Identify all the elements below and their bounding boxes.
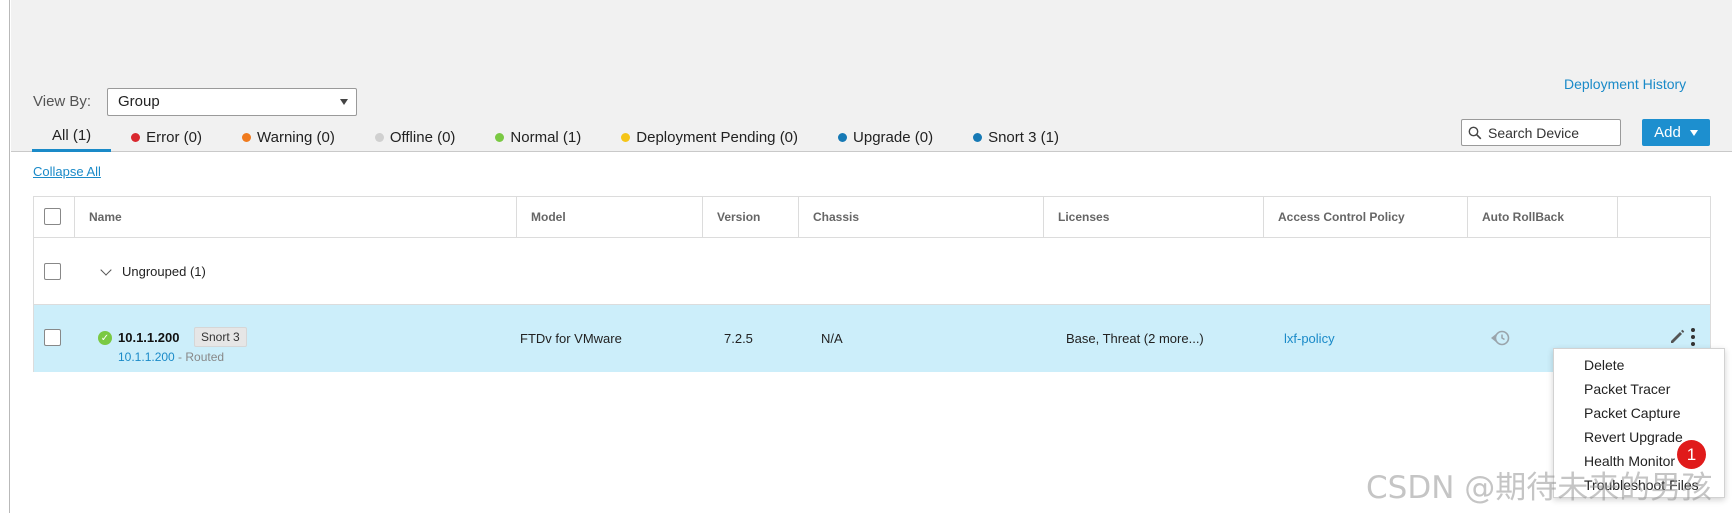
device-table: Name Model Version Chassis Licenses Acce…: [33, 196, 1711, 372]
rollback-history-icon[interactable]: [1490, 328, 1512, 348]
device-mode: - Routed: [174, 350, 225, 364]
status-dot-icon: [242, 132, 252, 142]
device-checkbox[interactable]: [44, 329, 61, 346]
column-header-licenses[interactable]: Licenses: [1043, 197, 1263, 237]
status-dot-icon: [621, 132, 631, 142]
add-button-label: Add: [1654, 124, 1681, 141]
chevron-down-icon: [100, 263, 112, 276]
more-actions-icon[interactable]: [1690, 327, 1696, 347]
snort-badge: Snort 3: [194, 327, 247, 347]
group-checkbox[interactable]: [44, 263, 61, 280]
select-all-checkbox[interactable]: [44, 208, 61, 225]
view-by-label: View By:: [33, 93, 92, 110]
left-edge: [0, 0, 10, 513]
device-address: 10.1.1.200: [118, 350, 175, 364]
tab-deployment-pending[interactable]: Deployment Pending (0): [601, 122, 818, 152]
column-header-auto-rollback[interactable]: Auto RollBack: [1467, 197, 1617, 237]
column-header-chassis[interactable]: Chassis: [798, 197, 1043, 237]
status-dot-icon: [838, 132, 848, 142]
tab-all[interactable]: All (1): [32, 122, 112, 152]
search-device-input[interactable]: Search Device: [1461, 119, 1621, 146]
tab-normal[interactable]: Normal (1): [475, 122, 601, 152]
device-model: FTDv for VMware: [520, 331, 622, 346]
menu-item-delete[interactable]: Delete: [1554, 353, 1724, 377]
access-policy-link[interactable]: lxf-policy: [1284, 331, 1335, 346]
tab-label: All (1): [52, 127, 92, 144]
tab-label: Warning (0): [257, 128, 335, 146]
group-toggle[interactable]: Ungrouped (1): [100, 263, 206, 279]
search-placeholder: Search Device: [1488, 124, 1580, 141]
table-header: Name Model Version Chassis Licenses Acce…: [34, 197, 1710, 238]
collapse-all-link[interactable]: Collapse All: [33, 164, 101, 179]
tab-label: Normal (1): [510, 128, 582, 146]
tab-upgrade[interactable]: Upgrade (0): [818, 122, 953, 152]
view-by-select[interactable]: Group: [107, 88, 357, 116]
device-name[interactable]: 10.1.1.200: [118, 330, 179, 345]
deployment-history-link[interactable]: Deployment History: [1564, 76, 1686, 92]
chevron-down-icon: [340, 99, 348, 105]
tab-error[interactable]: Error (0): [111, 122, 222, 152]
tab-snort-3[interactable]: Snort 3 (1): [953, 122, 1079, 152]
chevron-down-icon: [1689, 129, 1698, 136]
check-circle-icon: ✓: [98, 331, 112, 345]
pencil-edit-icon[interactable]: [1669, 329, 1685, 345]
table-row[interactable]: ✓ 10.1.1.200 Snort 3 10.1.1.200 - Routed…: [34, 305, 1710, 372]
device-subtitle: 10.1.1.200 - Routed: [118, 350, 224, 364]
device-chassis: N/A: [821, 331, 843, 346]
column-header-access-control-policy[interactable]: Access Control Policy: [1263, 197, 1467, 237]
menu-item-packet-tracer[interactable]: Packet Tracer: [1554, 377, 1724, 401]
view-by-value: Group: [118, 93, 160, 110]
status-dot-icon: [495, 132, 505, 142]
status-dot-icon: [973, 132, 983, 142]
menu-item-packet-capture[interactable]: Packet Capture: [1554, 401, 1724, 425]
tab-label: Deployment Pending (0): [636, 128, 799, 146]
status-filter-tabs: All (1) Error (0) Warning (0) Offline (0…: [32, 122, 1079, 152]
search-icon: [1468, 126, 1482, 139]
tab-warning[interactable]: Warning (0): [222, 122, 355, 152]
status-dot-icon: [131, 132, 141, 142]
tab-offline[interactable]: Offline (0): [355, 122, 476, 152]
tab-label: Upgrade (0): [853, 128, 934, 146]
group-label: Ungrouped (1): [122, 264, 206, 279]
column-header-actions: [1617, 197, 1711, 237]
add-button[interactable]: Add: [1642, 119, 1710, 146]
tab-label: Error (0): [146, 128, 203, 146]
column-header-name[interactable]: Name: [74, 197, 516, 237]
column-header-version[interactable]: Version: [702, 197, 798, 237]
tab-label: Offline (0): [389, 128, 456, 146]
device-licenses: Base, Threat (2 more...): [1066, 331, 1204, 346]
device-version: 7.2.5: [724, 331, 753, 346]
tab-label: Snort 3 (1): [988, 128, 1059, 146]
watermark: CSDN @期待未来的男孩: [1366, 470, 1713, 506]
column-header-model[interactable]: Model: [516, 197, 702, 237]
group-row: Ungrouped (1): [34, 238, 1710, 305]
status-dot-icon: [374, 132, 384, 142]
